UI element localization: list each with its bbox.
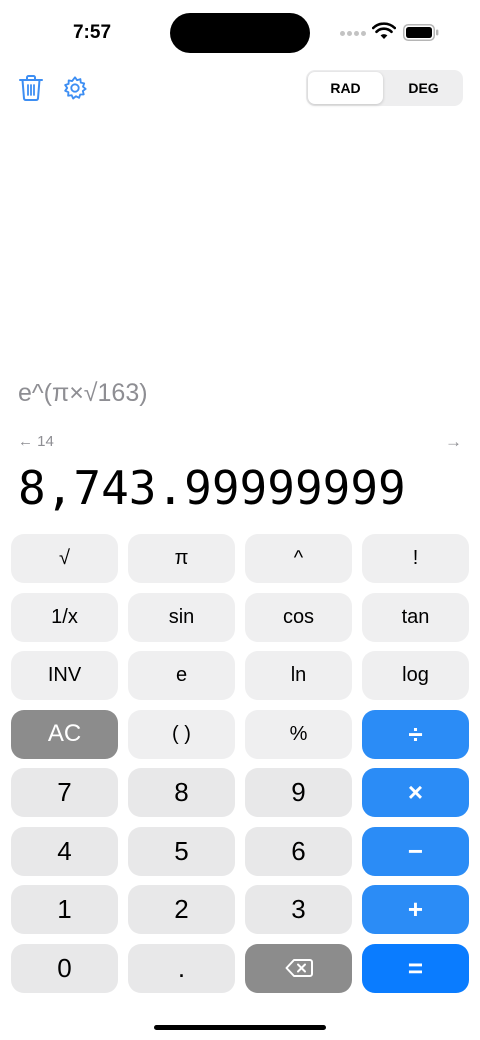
digit-9-key[interactable]: 9: [245, 768, 352, 817]
digit-0-key[interactable]: 0: [11, 943, 118, 993]
history-back-button[interactable]: ← 14: [18, 432, 54, 452]
digit-5-key[interactable]: 5: [128, 826, 235, 876]
backspace-key[interactable]: [245, 943, 352, 993]
rad-mode-button[interactable]: RAD: [308, 72, 383, 104]
digit-6-key[interactable]: 6: [245, 826, 352, 876]
battery-icon: [403, 24, 439, 41]
digit-4-key[interactable]: 4: [11, 826, 118, 876]
multiply-key[interactable]: ×: [362, 768, 469, 817]
log-key[interactable]: log: [362, 651, 469, 700]
reciprocal-key[interactable]: 1/x: [11, 592, 118, 642]
power-key[interactable]: ^: [245, 534, 352, 583]
euler-key[interactable]: e: [128, 651, 235, 700]
sin-key[interactable]: sin: [128, 592, 235, 642]
status-time: 7:57: [72, 22, 112, 43]
digit-7-key[interactable]: 7: [11, 768, 118, 817]
factorial-key[interactable]: !: [362, 534, 469, 583]
keypad: √ π ^ ! 1/x sin cos tan INV e ln log AC …: [11, 534, 469, 993]
cellular-signal-icon: [340, 31, 368, 37]
digit-3-key[interactable]: 3: [245, 885, 352, 934]
ln-key[interactable]: ln: [245, 651, 352, 700]
angle-mode-toggle: RAD DEG: [306, 70, 463, 106]
divide-key[interactable]: ÷: [362, 709, 469, 759]
inverse-key[interactable]: INV: [11, 651, 118, 700]
history-forward-button[interactable]: →: [442, 432, 462, 452]
digit-2-key[interactable]: 2: [128, 885, 235, 934]
deg-mode-button[interactable]: DEG: [386, 72, 461, 104]
calculator-screen: 7:57 RAD DEG e^(π×√163) ← 14 → 8,743.999…: [0, 0, 480, 1040]
parentheses-key[interactable]: ( ): [128, 709, 235, 759]
equals-key[interactable]: =: [362, 943, 469, 993]
subtract-key[interactable]: −: [362, 826, 469, 876]
home-indicator: [154, 1025, 326, 1030]
cos-key[interactable]: cos: [245, 592, 352, 642]
decimal-key[interactable]: .: [128, 943, 235, 993]
dynamic-island: [170, 13, 310, 53]
gear-icon[interactable]: [62, 74, 88, 102]
sqrt-key[interactable]: √: [11, 534, 118, 583]
percent-key[interactable]: %: [245, 709, 352, 759]
pi-key[interactable]: π: [128, 534, 235, 583]
expression-display: e^(π×√163): [18, 379, 148, 407]
result-display: 8,743.99999999: [18, 461, 406, 515]
digit-1-key[interactable]: 1: [11, 885, 118, 934]
tan-key[interactable]: tan: [362, 592, 469, 642]
all-clear-key[interactable]: AC: [11, 709, 118, 759]
add-key[interactable]: +: [362, 885, 469, 934]
trash-icon[interactable]: [18, 74, 44, 102]
backspace-icon: [285, 959, 313, 977]
digit-8-key[interactable]: 8: [128, 768, 235, 817]
wifi-icon: [372, 22, 396, 39]
